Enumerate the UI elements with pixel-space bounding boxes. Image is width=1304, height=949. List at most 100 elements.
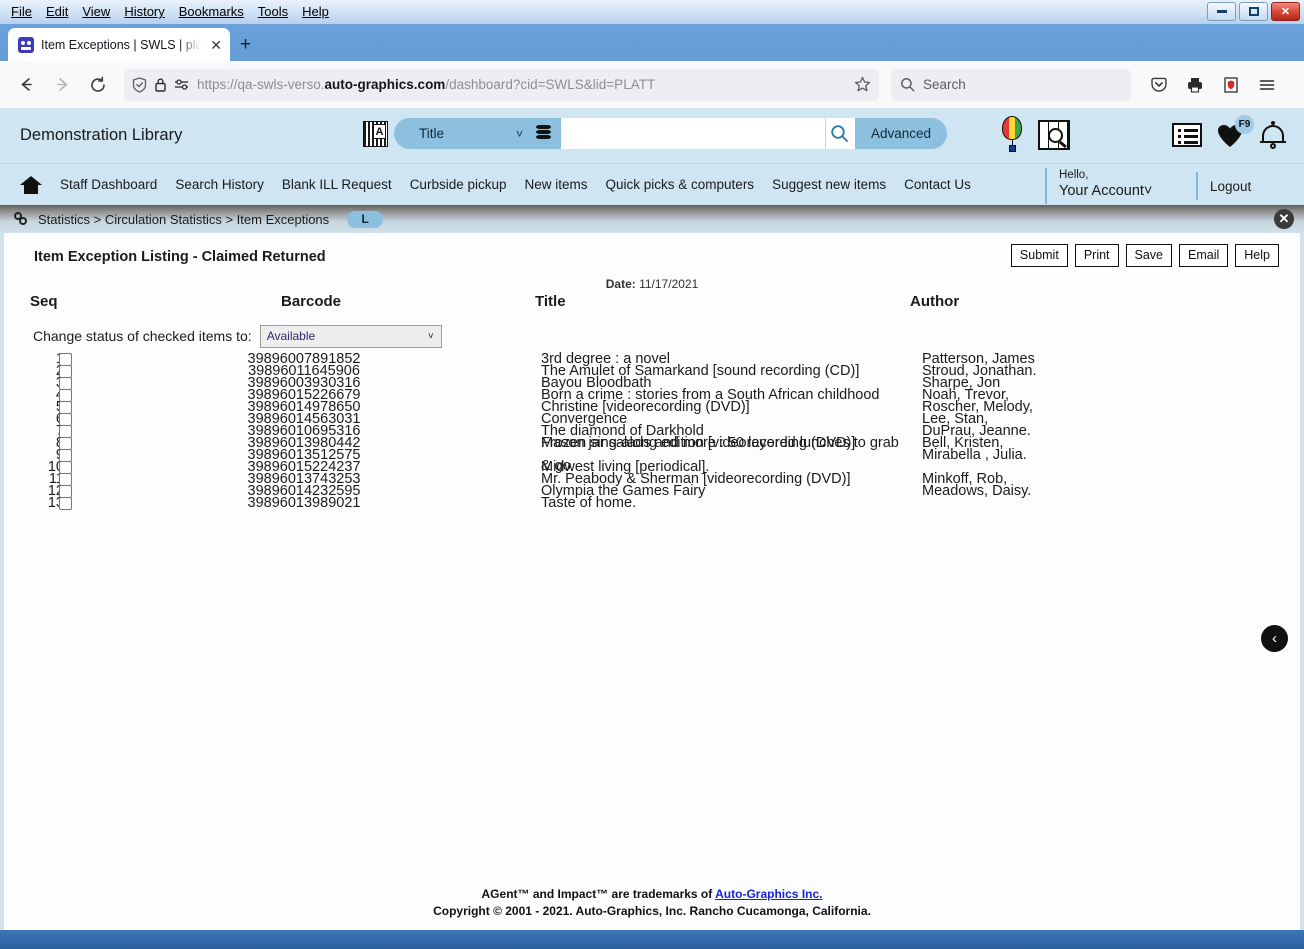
row-checkbox[interactable] [59, 496, 72, 510]
nav-links: Staff Dashboard Search History Blank ILL… [60, 177, 971, 192]
printer-icon [1188, 77, 1202, 93]
nav-link-staff-dashboard[interactable]: Staff Dashboard [60, 177, 157, 192]
menu-view[interactable]: View [75, 1, 117, 23]
status-change-value: Available [266, 329, 316, 343]
maximize-button[interactable] [1239, 2, 1268, 21]
back-arrow-icon [21, 78, 32, 91]
logout-link[interactable]: Logout [1196, 172, 1251, 200]
close-icon: ✕ [1280, 6, 1291, 18]
nav-link-new-items[interactable]: New items [525, 177, 588, 192]
app-header: Demonstration Library A Title ˅ Advanced [0, 108, 1304, 163]
catalog-search-input[interactable] [561, 118, 825, 149]
reload-icon [91, 76, 105, 92]
menu-tools[interactable]: Tools [251, 1, 295, 23]
close-window-button[interactable]: ✕ [1271, 2, 1300, 21]
advanced-search-label: Advanced [871, 126, 932, 141]
main-content: Item Exception Listing - Claimed Returne… [0, 233, 1304, 930]
advanced-search-button[interactable]: Advanced [855, 118, 948, 149]
list-icon[interactable] [1172, 123, 1202, 147]
nav-link-curbside-pickup[interactable]: Curbside pickup [410, 177, 507, 192]
browser-search-placeholder: Search [923, 77, 966, 92]
favorites-heart-icon[interactable]: F9 [1216, 115, 1254, 149]
breadcrumb[interactable]: Statistics > Circulation Statistics > It… [38, 212, 329, 227]
forward-button[interactable] [46, 69, 78, 101]
hamburger-icon [1259, 79, 1275, 90]
forward-arrow-icon [56, 78, 67, 91]
catalog-search-go-button[interactable] [825, 118, 855, 149]
extension-shield-icon [1224, 76, 1238, 93]
page-viewport: Demonstration Library A Title ˅ Advanced [0, 108, 1304, 930]
account-menu[interactable]: Hello, Your Account˅ [1045, 168, 1152, 204]
menu-bookmarks[interactable]: Bookmarks [172, 1, 251, 23]
help-button[interactable]: Help [1235, 244, 1279, 267]
new-tab-button[interactable]: + [240, 35, 251, 54]
menu-edit[interactable]: Edit [39, 1, 75, 23]
database-icon[interactable] [536, 125, 551, 142]
app-menu-button[interactable] [1251, 69, 1283, 101]
language-letter: A [373, 123, 386, 139]
reload-button[interactable] [82, 69, 114, 101]
back-button[interactable] [10, 69, 42, 101]
pocket-button[interactable] [1143, 69, 1175, 101]
save-button[interactable]: Save [1125, 244, 1173, 267]
action-button-group: Submit Print Save Email Help [1010, 244, 1279, 267]
print-button[interactable] [1179, 69, 1211, 101]
account-greeting: Hello, [1059, 169, 1089, 181]
book-search-icon[interactable] [1038, 120, 1070, 150]
nav-link-suggest-new-items[interactable]: Suggest new items [772, 177, 886, 192]
menu-history-label: History [124, 4, 165, 19]
menu-help[interactable]: Help [295, 1, 336, 23]
notifications-bell-icon[interactable] [1260, 121, 1286, 149]
collapse-panel-button[interactable]: ‹ [1261, 625, 1288, 652]
bookmark-star-icon[interactable] [854, 76, 871, 93]
chevron-down-icon: ˅ [515, 126, 523, 141]
tab-close-icon[interactable]: ✕ [208, 36, 224, 54]
pocket-icon [1151, 77, 1167, 92]
language-toggle-icon[interactable]: A [363, 120, 388, 147]
menu-bookmarks-label: Bookmarks [178, 4, 244, 19]
header-icon-group: F9 [1000, 115, 1286, 154]
url-suffix: /dashboard?cid=SWLS&lid=PLATT [445, 77, 656, 92]
close-panel-button[interactable]: ✕ [1274, 209, 1294, 229]
column-header-seq: Seq [30, 293, 58, 310]
menu-file-label: File [11, 4, 32, 19]
maximize-icon [1248, 7, 1259, 16]
url-domain: auto-graphics.com [324, 77, 446, 92]
account-name: Your Account˅ [1059, 183, 1153, 199]
minimize-icon [1216, 10, 1227, 13]
status-change-select[interactable]: Available ˅ [259, 324, 442, 348]
balloon-icon[interactable] [1000, 116, 1024, 154]
page-title: Item Exception Listing - Claimed Returne… [34, 249, 326, 265]
search-icon [901, 78, 915, 92]
nav-link-quick-picks[interactable]: Quick picks & computers [606, 177, 755, 192]
menu-edit-label: Edit [45, 4, 69, 19]
submit-button[interactable]: Submit [1010, 244, 1068, 267]
minimize-button[interactable] [1207, 2, 1236, 21]
url-bar[interactable]: https://qa-swls-verso.auto-graphics.com/… [124, 68, 879, 101]
tab-favicon-icon [18, 36, 34, 53]
nav-link-blank-ill-request[interactable]: Blank ILL Request [282, 177, 392, 192]
search-scope-dropdown[interactable]: Title ˅ [394, 118, 561, 149]
nav-link-search-history[interactable]: Search History [175, 177, 264, 192]
extension-button[interactable] [1215, 69, 1247, 101]
print-button[interactable]: Print [1074, 244, 1119, 267]
nav-link-contact-us[interactable]: Contact Us [904, 177, 971, 192]
email-button[interactable]: Email [1179, 244, 1229, 267]
menu-history[interactable]: History [117, 1, 171, 23]
search-icon [831, 125, 848, 142]
chevron-down-icon: ˅ [1143, 183, 1153, 199]
breadcrumb-bar: Statistics > Circulation Statistics > It… [0, 205, 1304, 233]
breadcrumb-badge[interactable]: L [347, 210, 384, 228]
browser-tab[interactable]: Item Exceptions | SWLS | platt | A ✕ [8, 28, 230, 61]
shield-icon [132, 76, 147, 93]
table-header-row: Seq Barcode Title Author [4, 293, 1300, 321]
status-change-row: Change status of checked items to: Avail… [4, 321, 1300, 351]
browser-toolbar: https://qa-swls-verso.auto-graphics.com/… [0, 61, 1304, 108]
home-icon[interactable] [20, 175, 42, 194]
row-title[interactable]: Taste of home. [541, 492, 903, 515]
auto-graphics-link[interactable]: Auto-Graphics Inc. [715, 887, 822, 901]
menu-file[interactable]: File [4, 1, 39, 23]
desktop-strip [0, 930, 1304, 949]
browser-search-bar[interactable]: Search [891, 68, 1131, 101]
permissions-icon[interactable] [174, 78, 190, 92]
